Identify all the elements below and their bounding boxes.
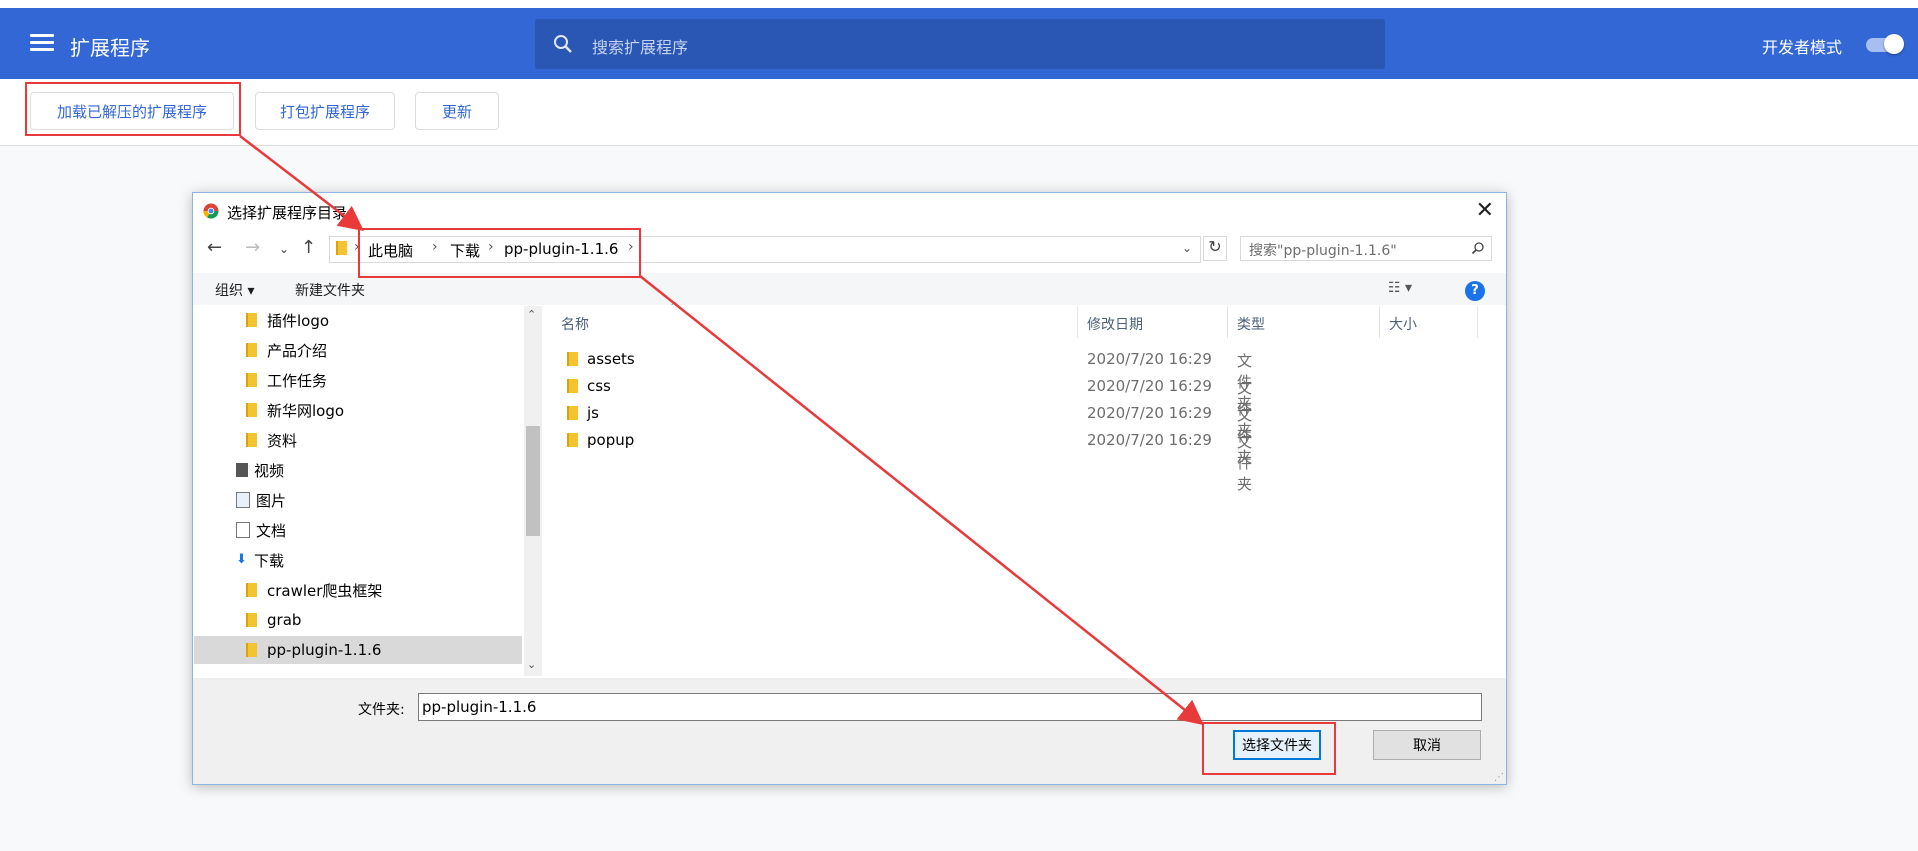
file-row[interactable]: css 2020/7/20 16:29 文件夹 (545, 373, 1252, 439)
forward-arrow-icon[interactable]: → (245, 237, 260, 258)
folder-icon (336, 241, 347, 255)
help-icon[interactable]: ? (1465, 281, 1485, 301)
sort-indicator-icon: ^ (670, 300, 680, 313)
back-arrow-icon[interactable]: ← (207, 237, 222, 258)
close-icon[interactable]: ✕ (1476, 198, 1494, 223)
recent-chevron-icon[interactable]: ⌄ (279, 242, 289, 256)
search-icon (554, 35, 572, 53)
address-dropdown-icon[interactable]: ⌄ (1182, 241, 1192, 255)
file-row[interactable]: js 2020/7/20 16:29 文件夹 (545, 400, 1252, 466)
folder-icon (246, 433, 257, 447)
folder-icon (567, 433, 578, 447)
folder-icon (246, 583, 257, 597)
select-folder-dialog: 选择扩展程序目录 ✕ ← → ⌄ ↑ › 此电脑 › 下载 › pp-plugi… (192, 192, 1507, 785)
update-button[interactable]: 更新 (415, 92, 499, 130)
tree-item-documents[interactable]: 文档 (236, 516, 286, 544)
dialog-title: 选择扩展程序目录 (227, 204, 348, 222)
file-row[interactable]: assets 2020/7/20 16:29 文件夹 (545, 346, 1252, 412)
hamburger-menu-icon[interactable] (30, 34, 54, 52)
top-bar: 扩展程序 搜索扩展程序 开发者模式 (0, 0, 1918, 79)
picture-icon (236, 492, 250, 508)
up-arrow-icon[interactable]: ↑ (301, 237, 316, 258)
tree-item-videos[interactable]: 视频 (236, 456, 284, 484)
tree-scrollbar[interactable]: ⌃ ⌄ (524, 306, 542, 676)
organize-menu[interactable]: 组织 ▾ (215, 280, 254, 300)
scroll-down-icon[interactable]: ⌄ (527, 658, 536, 671)
resize-grip-icon[interactable]: ⋰ (1494, 772, 1504, 783)
dialog-search-placeholder: 搜索"pp-plugin-1.1.6" (1249, 243, 1397, 259)
dev-mode-label: 开发者模式 (1762, 38, 1843, 57)
folder-icon (246, 613, 257, 627)
page-title: 扩展程序 (70, 36, 150, 60)
scroll-up-icon[interactable]: ⌃ (527, 308, 536, 321)
extension-search-input[interactable]: 搜索扩展程序 (535, 19, 1385, 69)
folder-field-label: 文件夹: (358, 702, 405, 718)
tree-item[interactable]: 新华网logo (246, 396, 344, 424)
tree-item-selected[interactable]: pp-plugin-1.1.6 (194, 636, 522, 664)
scrollbar-thumb[interactable] (526, 426, 540, 536)
tree-item[interactable]: 工作任务 (246, 366, 327, 394)
file-list: 名称 ^ 修改日期 类型 大小 assets 2020/7/20 16:29 文… (545, 300, 1503, 676)
column-size[interactable]: 大小 (1389, 314, 1417, 334)
folder-icon (246, 403, 257, 417)
new-folder-button[interactable]: 新建文件夹 (295, 280, 365, 300)
chrome-logo-icon (203, 203, 219, 219)
folder-icon (246, 373, 257, 387)
folder-icon (246, 343, 257, 357)
dev-mode-toggle[interactable] (1866, 34, 1904, 54)
column-type[interactable]: 类型 (1237, 314, 1265, 334)
refresh-icon[interactable]: ↻ (1203, 236, 1227, 261)
dialog-search-input[interactable]: 搜索"pp-plugin-1.1.6" (1240, 236, 1492, 261)
highlight-load-unpacked (25, 82, 241, 136)
folder-icon (567, 406, 578, 420)
tree-item[interactable]: 产品介绍 (246, 336, 327, 364)
navigation-tree: 插件logo 产品介绍 工作任务 新华网logo 资料 视频 图片 文档 ⬇ 下载… (194, 306, 524, 676)
document-icon (236, 522, 250, 538)
file-row[interactable]: popup 2020/7/20 16:29 文件夹 (545, 427, 1252, 493)
column-name[interactable]: 名称 (561, 314, 589, 334)
tree-item[interactable]: 插件logo (246, 306, 329, 334)
tree-item-downloads[interactable]: ⬇ 下载 (236, 546, 284, 574)
highlight-breadcrumb (358, 228, 641, 278)
folder-icon (567, 352, 578, 366)
tree-item[interactable]: crawler爬虫框架 (246, 576, 382, 604)
tree-item[interactable]: grab (246, 606, 301, 634)
tree-item[interactable]: 资料 (246, 426, 297, 454)
cancel-button[interactable]: 取消 (1373, 730, 1481, 760)
folder-icon (246, 313, 257, 327)
pack-extension-button[interactable]: 打包扩展程序 (255, 92, 395, 130)
download-icon: ⬇ (236, 552, 247, 567)
top-hairline (0, 0, 1918, 8)
folder-name-field[interactable]: pp-plugin-1.1.6 (418, 693, 1482, 721)
column-date[interactable]: 修改日期 (1087, 314, 1143, 334)
search-placeholder: 搜索扩展程序 (592, 38, 689, 57)
folder-icon (246, 643, 257, 657)
highlight-select-button (1202, 722, 1336, 775)
folder-icon (567, 379, 578, 393)
view-options-icon[interactable]: ☷ ▾ (1388, 280, 1412, 296)
video-icon (236, 463, 248, 477)
tree-item-pictures[interactable]: 图片 (236, 486, 286, 514)
search-icon (1471, 242, 1484, 255)
